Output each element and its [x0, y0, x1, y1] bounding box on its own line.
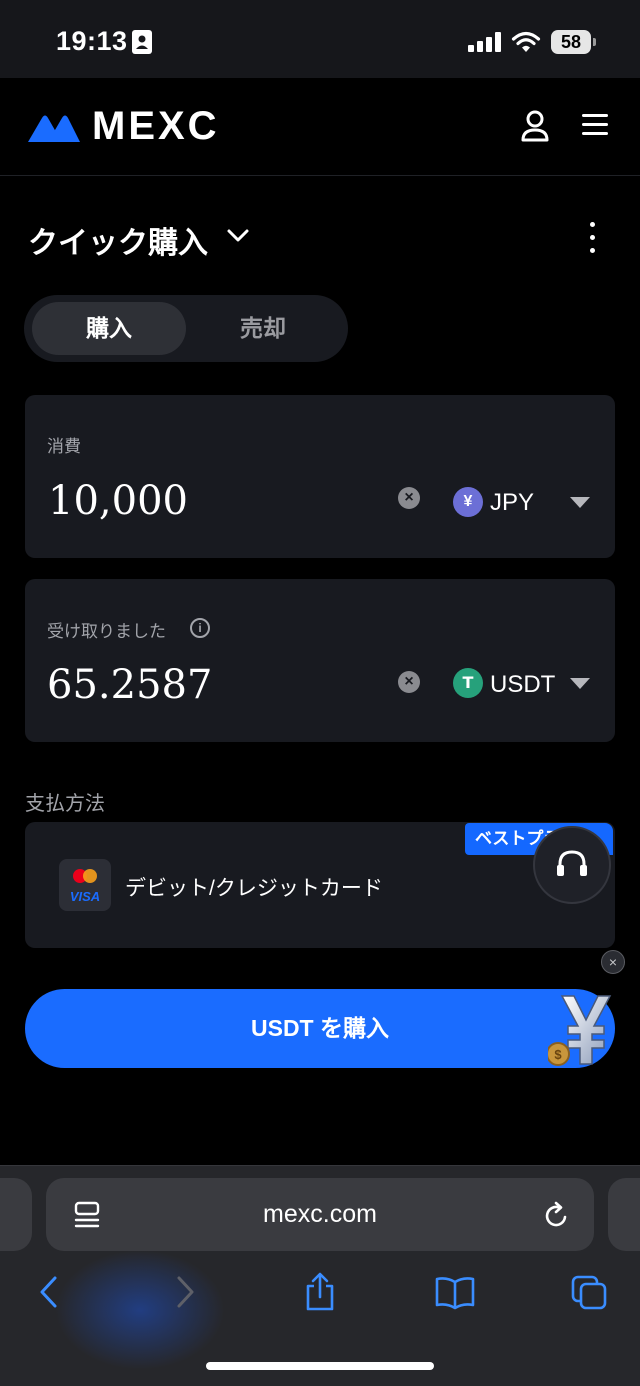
back-icon[interactable]: [36, 1272, 60, 1317]
payment-method-name: デビット/クレジットカード: [125, 877, 383, 900]
status-time: 19:13: [56, 26, 128, 56]
clear-receive-icon[interactable]: ×: [398, 671, 420, 693]
page-menu-icon[interactable]: [74, 1201, 100, 1229]
home-indicator: [206, 1362, 434, 1370]
yen-coin-decoration-icon: $: [546, 992, 618, 1068]
clear-spend-icon[interactable]: ×: [398, 487, 420, 509]
close-promo-icon[interactable]: ×: [601, 950, 625, 974]
back-button-highlight: [55, 1250, 225, 1370]
battery-tip: [593, 38, 596, 46]
usdt-coin-icon: T: [453, 668, 483, 698]
jpy-coin-icon: ¥: [453, 487, 483, 517]
receive-currency[interactable]: USDT: [490, 671, 555, 699]
payment-method-label: 支払方法: [25, 793, 105, 815]
receive-currency-caret-icon[interactable]: [570, 678, 590, 689]
tab-buy[interactable]: 購入: [32, 302, 186, 355]
support-headset-button[interactable]: [533, 826, 611, 904]
mexc-logo-icon[interactable]: [28, 110, 80, 142]
share-icon[interactable]: [302, 1272, 338, 1317]
address-bar-url[interactable]: mexc.com: [46, 1178, 594, 1251]
mastercard-visa-icon: VISA: [59, 859, 111, 911]
next-tab-pill[interactable]: [608, 1178, 640, 1251]
reload-icon[interactable]: [543, 1200, 571, 1230]
contact-card-icon: [132, 30, 152, 54]
svg-text:$: $: [554, 1047, 562, 1062]
bookmarks-icon[interactable]: [434, 1272, 476, 1317]
cellular-signal-icon: [468, 32, 502, 52]
spend-label: 消費: [47, 437, 81, 456]
tabs-icon[interactable]: [570, 1272, 610, 1317]
receive-label: 受け取りました: [47, 622, 166, 641]
forward-icon[interactable]: [174, 1272, 198, 1317]
receive-amount-input[interactable]: 65.2587: [47, 662, 212, 708]
info-icon[interactable]: i: [190, 618, 210, 638]
hamburger-menu-icon[interactable]: [582, 114, 608, 136]
more-options-icon[interactable]: [590, 222, 596, 254]
spend-amount-input[interactable]: 10,000: [48, 478, 188, 524]
spend-currency[interactable]: JPY: [490, 489, 534, 517]
spend-card: [25, 395, 615, 558]
chevron-down-icon[interactable]: [226, 228, 250, 244]
battery-indicator: 58: [551, 30, 591, 54]
user-icon[interactable]: [520, 110, 550, 142]
brand-name[interactable]: MEXC: [92, 104, 220, 149]
buy-usdt-button[interactable]: USDT を購入: [25, 989, 615, 1068]
spend-currency-caret-icon[interactable]: [570, 497, 590, 508]
tab-sell[interactable]: 売却: [186, 302, 340, 355]
previous-tab-pill[interactable]: [0, 1178, 32, 1251]
wifi-icon: [511, 30, 541, 54]
page-title[interactable]: クイック購入: [28, 218, 208, 262]
card-brand-label: VISA: [70, 889, 100, 904]
receive-card: [25, 579, 615, 742]
